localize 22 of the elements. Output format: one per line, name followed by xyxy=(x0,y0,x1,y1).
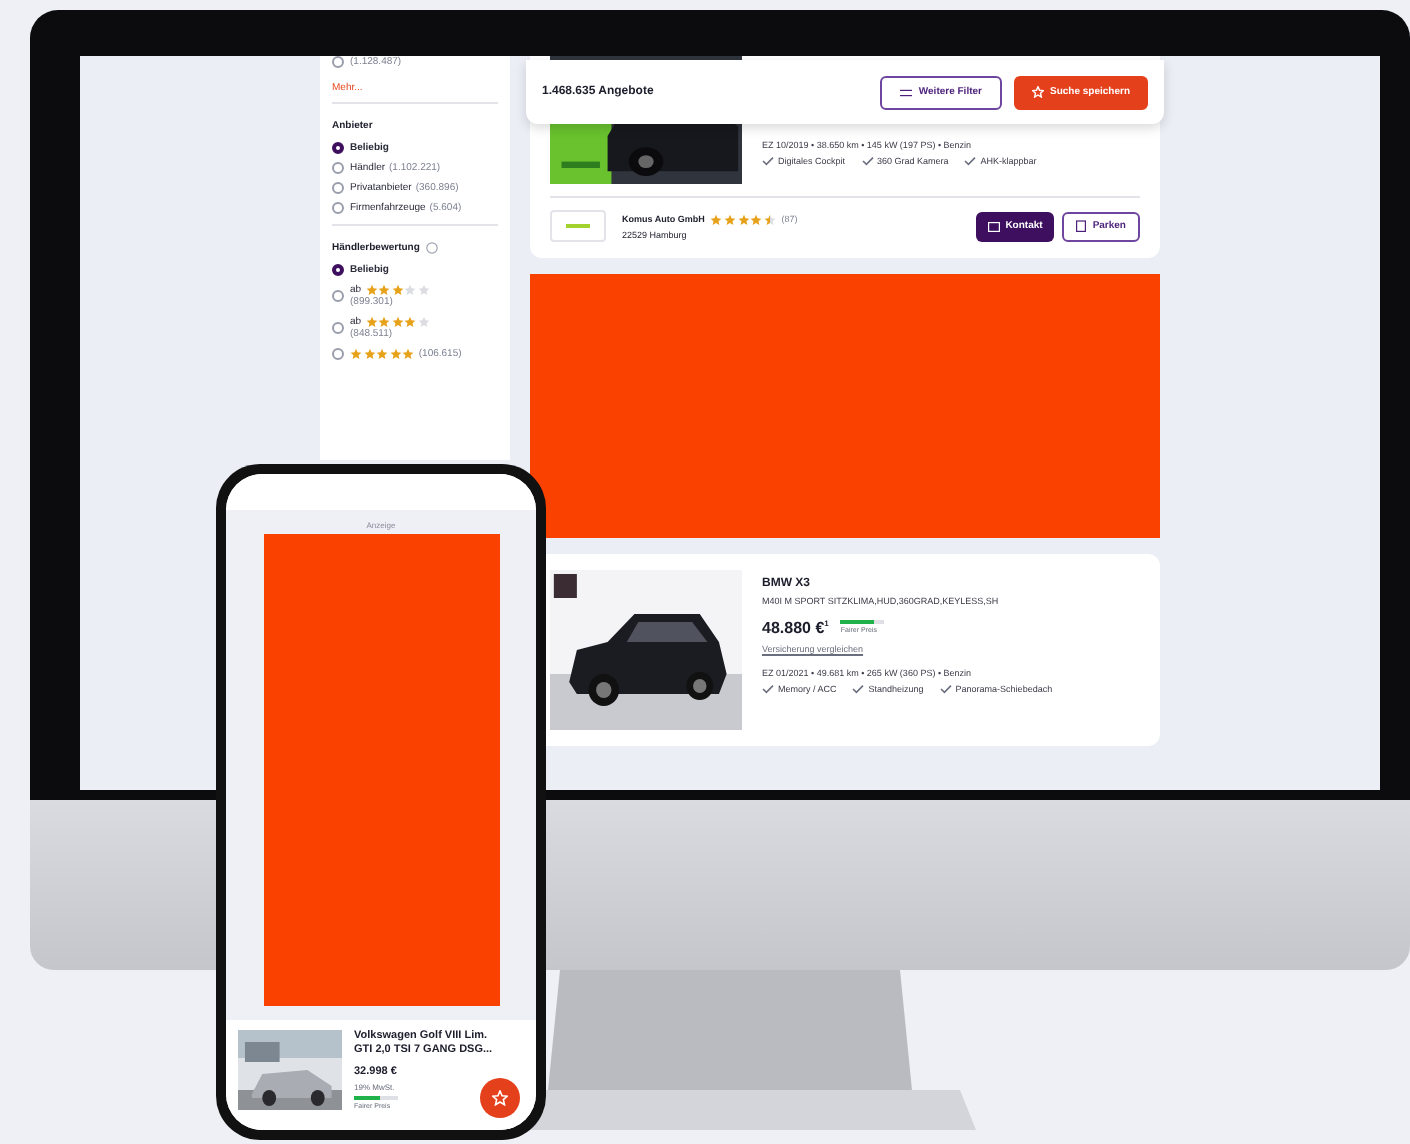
check-icon xyxy=(939,683,952,694)
radio-button[interactable] xyxy=(332,322,344,334)
radio-button[interactable] xyxy=(332,264,344,276)
radio-button[interactable] xyxy=(332,142,344,154)
radio-button[interactable] xyxy=(332,202,344,214)
check-icon xyxy=(762,156,774,166)
sliders-icon xyxy=(900,87,913,97)
star-icon xyxy=(1031,86,1044,98)
star-icon xyxy=(492,1090,508,1106)
park-button[interactable] xyxy=(480,1078,520,1118)
radio-button[interactable] xyxy=(332,56,344,68)
check-icon xyxy=(964,156,977,166)
radio-button[interactable] xyxy=(332,182,344,194)
check-icon xyxy=(852,683,865,694)
radio-button[interactable] xyxy=(332,162,344,174)
radio-button[interactable] xyxy=(332,348,344,360)
clipboard-icon xyxy=(1076,220,1087,232)
dealer-logo xyxy=(550,210,606,242)
radio-button[interactable] xyxy=(332,290,344,302)
check-icon xyxy=(861,156,874,166)
mail-icon xyxy=(987,221,1000,231)
check-icon xyxy=(762,683,774,694)
